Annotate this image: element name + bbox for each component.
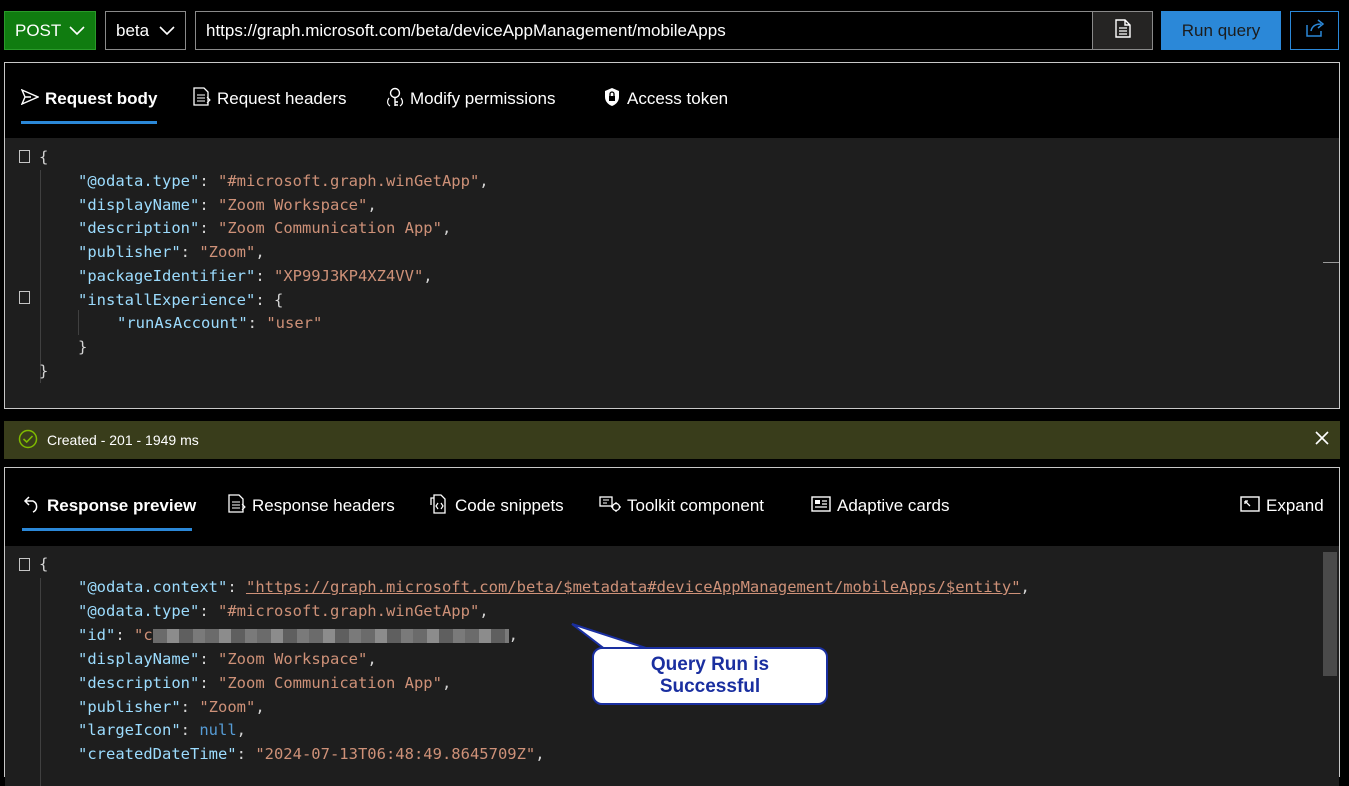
code-line: { [39, 148, 49, 166]
code-line: "@odata.context": "https://graph.microso… [78, 578, 1030, 596]
callout-line-1: Query Run is [650, 654, 770, 675]
code-line: } [39, 362, 49, 380]
tab-code-snippets[interactable]: Code snippets [429, 492, 564, 520]
code-line: "@odata.type": "#microsoft.graph.winGetA… [78, 172, 489, 190]
status-bar: Created - 201 - 1949 ms [4, 421, 1340, 459]
code-line: "installExperience": { [78, 291, 284, 309]
request-body-editor[interactable]: { "@odata.type": "#microsoft.graph.winGe… [5, 138, 1339, 408]
card-icon [811, 495, 831, 517]
fold-toggle-icon[interactable] [19, 558, 30, 571]
code-line: "@odata.type": "#microsoft.graph.winGetA… [78, 602, 489, 620]
chevron-down-icon [159, 21, 175, 41]
active-tab-indicator [22, 528, 192, 531]
close-icon[interactable] [1314, 430, 1330, 449]
active-tab-indicator [21, 121, 157, 124]
tab-label: Request headers [217, 89, 347, 108]
lock-icon [603, 87, 621, 112]
url-input[interactable] [195, 11, 1092, 50]
tab-request-body[interactable]: Request body [20, 85, 158, 113]
redacted-id [152, 628, 509, 643]
share-query-button[interactable] [1290, 11, 1339, 50]
context-link[interactable]: "https://graph.microsoft.com/beta/$metad… [246, 578, 1021, 596]
check-circle-icon [18, 429, 38, 452]
code-line: "description": "Zoom Communication App", [78, 219, 452, 237]
document-list-icon [228, 494, 246, 518]
status-text: Created - 201 - 1949 ms [47, 432, 199, 448]
tab-label: Request body [45, 89, 158, 108]
code-line: "displayName": "Zoom Workspace", [78, 650, 377, 668]
code-line: "publisher": "Zoom", [78, 243, 265, 261]
request-panel: Request body Request headers Modify perm… [4, 62, 1340, 409]
code-line: "id": "c, [78, 626, 519, 644]
tab-toolkit-component[interactable]: Toolkit component [599, 492, 764, 520]
open-docs-button[interactable] [1092, 11, 1153, 50]
tab-label: Response headers [252, 496, 395, 515]
tab-label: Adaptive cards [837, 496, 950, 515]
key-shield-icon [386, 87, 404, 112]
request-tabs: Request body Request headers Modify perm… [5, 63, 1339, 137]
code-line: "createdDateTime": "2024-07-13T06:48:49.… [78, 745, 545, 763]
indent-guide [78, 310, 79, 335]
tab-label: Modify permissions [410, 89, 556, 108]
run-query-button[interactable]: Run query [1161, 11, 1281, 50]
code-line: "packageIdentifier": "XP99J3KP4XZ4VV", [78, 267, 433, 285]
send-icon [20, 88, 40, 110]
code-line: "runAsAccount": "user" [117, 314, 323, 332]
chevron-down-icon [69, 21, 85, 41]
document-list-icon [193, 87, 211, 111]
scrollbar-marker [1323, 262, 1339, 263]
share-icon [1305, 19, 1325, 42]
code-line: "publisher": "Zoom", [78, 698, 265, 716]
response-tabs: Response preview Response headers Code s… [5, 468, 1339, 542]
run-query-label: Run query [1181, 20, 1261, 40]
tab-adaptive-cards[interactable]: Adaptive cards [811, 492, 949, 520]
fold-toggle-icon[interactable] [19, 150, 30, 163]
version-dropdown[interactable]: beta [105, 11, 186, 50]
fold-toggle-icon[interactable] [19, 291, 30, 304]
tab-label: Access token [627, 89, 729, 108]
tab-label: Code snippets [455, 496, 564, 515]
version-label: beta [116, 20, 150, 40]
document-icon [1114, 18, 1131, 43]
http-method-dropdown[interactable]: POST [4, 11, 96, 50]
code-line: "largeIcon": null, [78, 721, 246, 739]
expand-button[interactable]: Expand [1240, 492, 1324, 520]
tab-label: Toolkit component [627, 496, 765, 515]
scrollbar-thumb[interactable] [1323, 552, 1337, 676]
tab-modify-permissions[interactable]: Modify permissions [386, 85, 556, 113]
tab-response-headers[interactable]: Response headers [228, 492, 395, 520]
tab-request-headers[interactable]: Request headers [193, 85, 346, 113]
code-line: "description": "Zoom Communication App", [78, 674, 452, 692]
undo-arrow-icon [23, 495, 41, 518]
tab-access-token[interactable]: Access token [603, 85, 728, 113]
http-method-label: POST [15, 20, 62, 40]
expand-icon [1240, 495, 1260, 517]
indent-guide [40, 170, 41, 383]
code-line: "displayName": "Zoom Workspace", [78, 196, 377, 214]
success-callout: Query Run is Successful [592, 647, 828, 705]
code-line: { [39, 555, 49, 573]
tab-response-preview[interactable]: Response preview [23, 492, 196, 520]
callout-line-2: Successful [659, 676, 761, 697]
indent-guide [40, 578, 41, 786]
code-line: } [78, 338, 88, 356]
component-icon [599, 495, 621, 518]
tab-label: Response preview [47, 496, 197, 515]
code-document-icon [429, 493, 449, 519]
expand-label: Expand [1266, 496, 1324, 515]
